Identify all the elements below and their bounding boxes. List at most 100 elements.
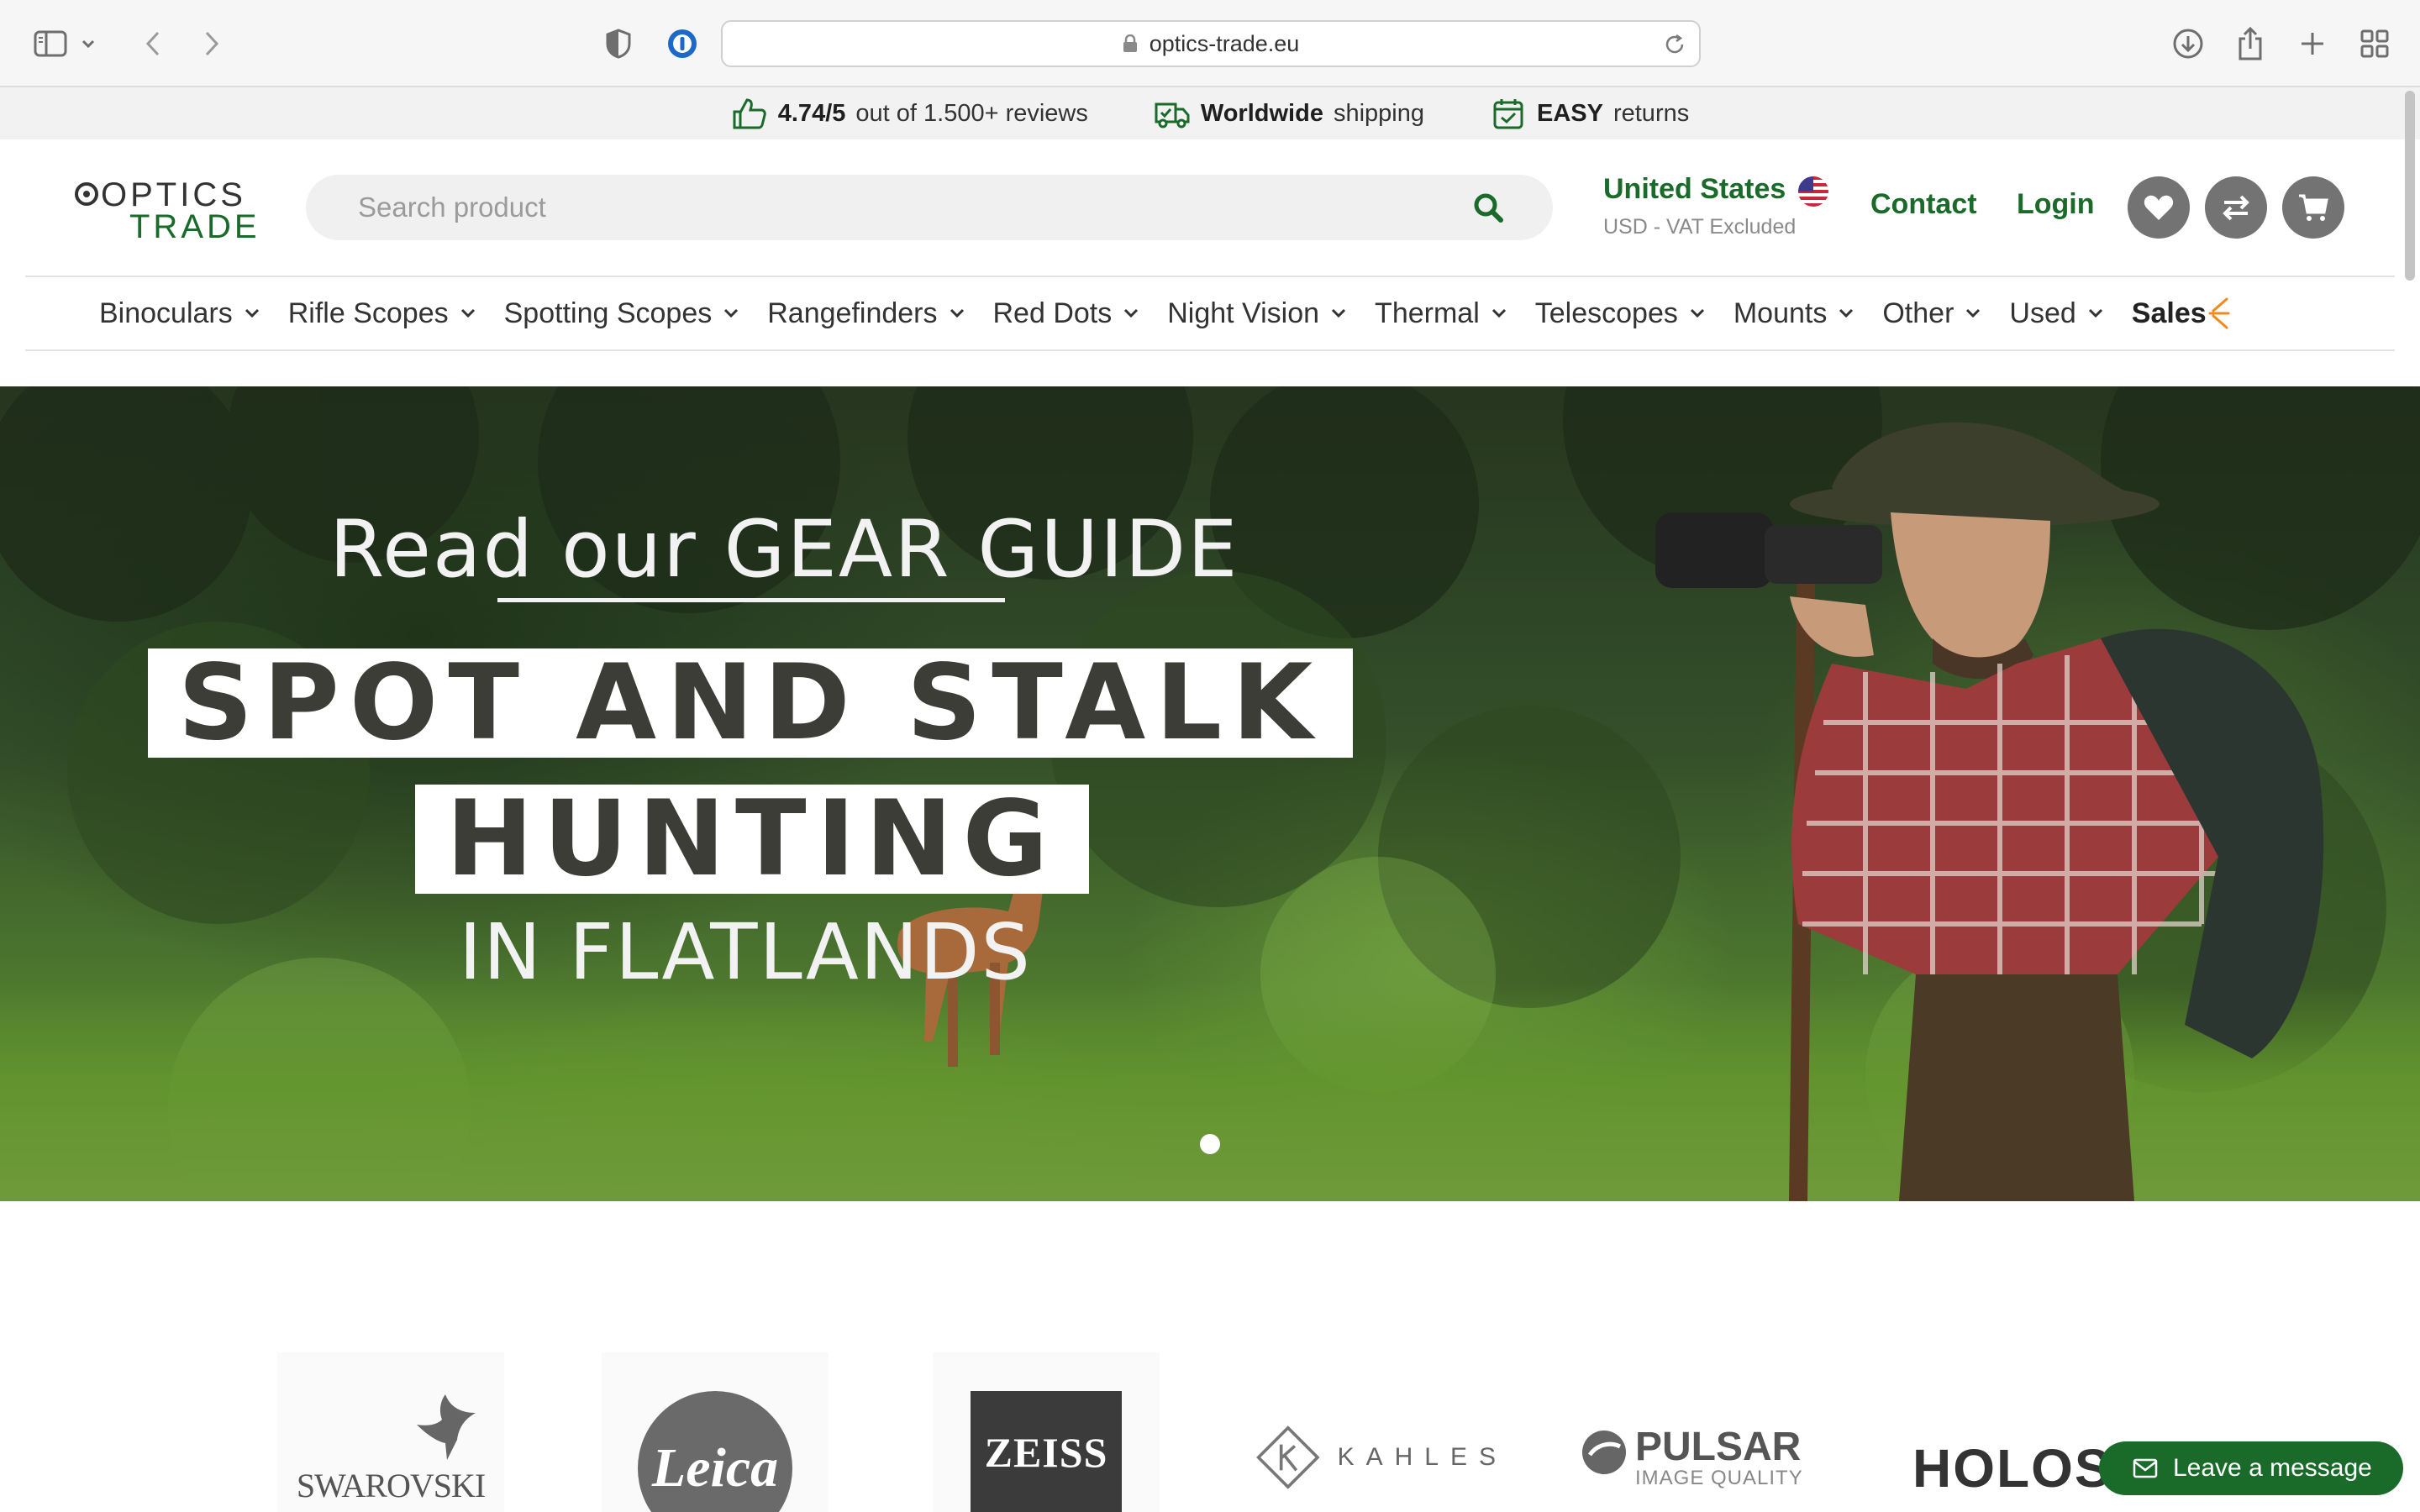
brand-holosun[interactable]: HOLOSU (1912, 1426, 2131, 1510)
tab-overview-icon[interactable] (2354, 24, 2395, 64)
pulsar-circle-icon (1582, 1431, 1626, 1474)
address-bar[interactable]: optics-trade.eu (721, 20, 1701, 67)
compare-arrows-icon (2223, 195, 2249, 221)
share-icon[interactable] (2230, 24, 2270, 64)
rating-badge[interactable]: 4.74/5 out of 1.500+ reviews (731, 97, 1088, 130)
nav-item-label: Night Vision (1167, 297, 1320, 329)
brand-leica[interactable]: Leica (602, 1352, 829, 1512)
search-icon[interactable] (1472, 192, 1504, 223)
rating-value: 4.74/5 (777, 99, 846, 127)
chevron-down-icon[interactable] (76, 24, 101, 64)
nav-item-binoculars[interactable]: Binoculars (99, 297, 260, 330)
brand-swarovski[interactable]: SWAROVSKI (277, 1352, 504, 1512)
chevron-down-icon (1839, 308, 1854, 318)
brand-zeiss[interactable]: ZEISS (933, 1352, 1160, 1512)
hero-title-line-3: IN FLATLANDS (459, 907, 1032, 997)
download-icon[interactable] (2168, 24, 2208, 64)
nav-item-label: Telescopes (1534, 297, 1678, 329)
brand-pulsar[interactable]: PULSAR IMAGE QUALITY (1580, 1425, 1832, 1512)
brand-kahles[interactable]: KAHLES (1255, 1403, 1507, 1512)
swarovski-hawk-icon (417, 1394, 476, 1460)
forward-icon[interactable] (192, 24, 232, 64)
brand-strip: SWAROVSKI Leica ZEISS KAHLES PULSAR IMAG… (0, 1201, 2420, 1512)
delivery-truck-icon (1155, 102, 1190, 129)
nav-item-telescopes[interactable]: Telescopes (1535, 297, 1705, 330)
chevron-down-icon (724, 308, 739, 318)
leica-disc: Leica (638, 1391, 792, 1512)
currency-vat-label: USD - VAT Excluded (1603, 215, 1797, 239)
nav-item-spotting-scopes[interactable]: Spotting Scopes (504, 297, 739, 330)
hunter-illustration (1655, 422, 2324, 1201)
heart-icon (2144, 195, 2174, 220)
nav-item-mounts[interactable]: Mounts (1733, 297, 1854, 330)
chevron-down-icon (245, 308, 259, 318)
search-bar[interactable] (306, 175, 1553, 240)
contact-link[interactable]: Contact (1870, 188, 1977, 221)
hero-title-box-2: HUNTING (415, 779, 1089, 900)
hero-title-line-2: HUNTING (445, 779, 1059, 900)
plus-icon[interactable] (2292, 24, 2333, 64)
calendar-check-icon (1493, 99, 1523, 129)
login-link[interactable]: Login (2017, 188, 2095, 221)
cart-button[interactable] (2282, 176, 2344, 239)
leica-wordmark: Leica (651, 1437, 779, 1499)
slider-dot[interactable] (1200, 1134, 1220, 1154)
pulsar-tagline: IMAGE QUALITY (1635, 1467, 1803, 1489)
holosun-wordmark: HOLOSU (1912, 1438, 2131, 1499)
chevron-down-icon (1491, 308, 1506, 318)
nav-item-rangefinders[interactable]: Rangefinders (767, 297, 964, 330)
leave-message-button[interactable]: Leave a message (2099, 1441, 2403, 1495)
nav-item-label: Thermal (1375, 297, 1480, 329)
country-name: United States (1603, 173, 1786, 205)
search-input[interactable] (358, 175, 1450, 240)
promo-strip: 4.74/5 out of 1.500+ reviews Worldwide s… (0, 87, 2420, 139)
region-selector[interactable]: United States USD - VAT Excluded (1603, 173, 1830, 240)
back-icon[interactable] (133, 24, 173, 64)
nav-item-rifle-scopes[interactable]: Rifle Scopes (288, 297, 476, 330)
nav-item-label: Mounts (1733, 297, 1828, 329)
chevron-down-icon (1124, 308, 1139, 318)
reload-icon[interactable] (1662, 32, 1687, 57)
hero-kicker: Read our GEAR GUIDE (329, 504, 1239, 596)
password-manager-icon[interactable] (662, 24, 702, 64)
nav-item-red-dots[interactable]: Red Dots (993, 297, 1139, 330)
returns-badge[interactable]: EASY returns (1490, 97, 1689, 130)
sidebar-icon[interactable] (30, 24, 71, 64)
chevron-down-icon (1966, 308, 1981, 318)
kahles-diamond-icon (1256, 1425, 1320, 1489)
nav-item-other[interactable]: Other (1882, 297, 1981, 330)
nav-item-label: Red Dots (992, 297, 1113, 329)
shipping-badge[interactable]: Worldwide shipping (1154, 97, 1424, 130)
leave-message-label: Leave a message (2173, 1454, 2372, 1482)
wishlist-button[interactable] (2128, 176, 2190, 239)
nav-item-label: Spotting Scopes (503, 297, 713, 329)
chevron-down-icon (2088, 308, 2102, 318)
returns-bold: EASY (1536, 99, 1603, 127)
hero-title-line-1: SPOT AND STALK (177, 643, 1323, 764)
chevron-down-icon (460, 308, 475, 318)
chevron-down-icon (1331, 308, 1346, 318)
zeiss-block: ZEISS (971, 1391, 1122, 1512)
chevron-down-icon (1690, 308, 1704, 318)
logo-scope-icon (75, 182, 98, 206)
hero-title-box-1: SPOT AND STALK (148, 643, 1353, 764)
nav-sales-label: Sales (2131, 297, 2207, 329)
nav-item-sales[interactable]: Sales (2132, 294, 2230, 333)
us-flag-icon (1798, 176, 1828, 207)
thumbs-up-icon (733, 98, 766, 129)
nav-item-thermal[interactable]: Thermal (1375, 297, 1507, 330)
hero-banner[interactable]: Read our GEAR GUIDE SPOT AND STALK HUNTI… (0, 386, 2420, 1201)
rating-text: out of 1.500+ reviews (855, 99, 1088, 127)
nav-item-night-vision[interactable]: Night Vision (1167, 297, 1346, 330)
page-scrollbar[interactable] (2405, 91, 2415, 281)
returns-text: returns (1612, 99, 1690, 127)
shield-icon[interactable] (598, 24, 639, 64)
site-logo[interactable]: OPTICS TRADE (74, 176, 267, 247)
chevron-down-icon (950, 308, 964, 318)
nav-item-label: Used (2009, 297, 2076, 329)
compare-button[interactable] (2205, 176, 2267, 239)
pulsar-wordmark: PULSAR (1635, 1425, 1802, 1469)
nav-item-used[interactable]: Used (2009, 297, 2102, 330)
hero-underline (497, 598, 1005, 602)
nav-item-label: Other (1882, 297, 1954, 329)
